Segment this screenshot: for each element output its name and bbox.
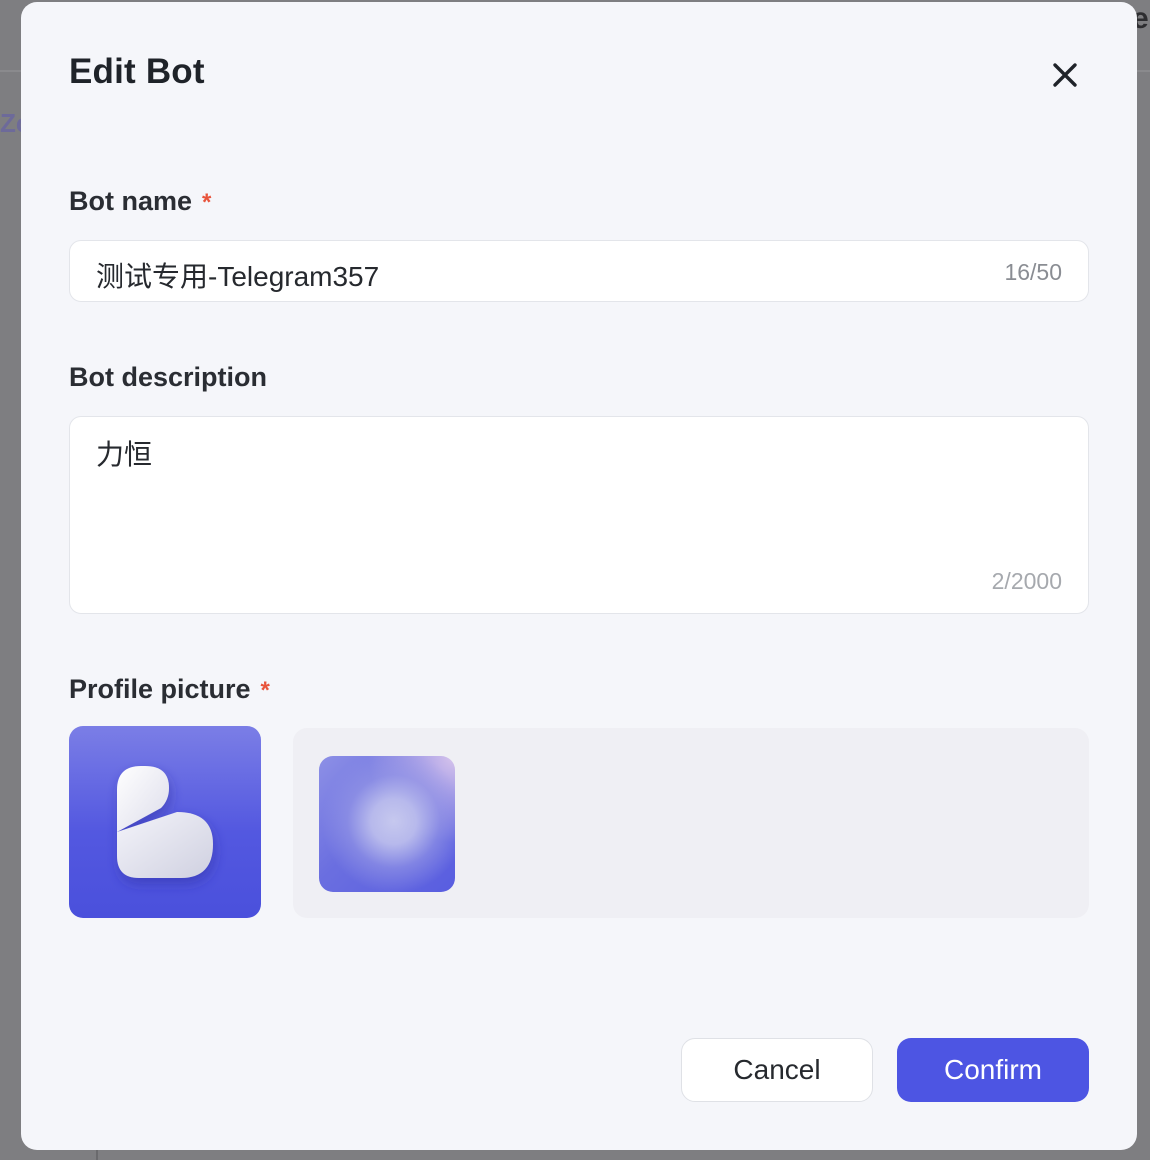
bot-description-label: Bot description [69, 362, 268, 392]
bot-description-textarea[interactable]: 力恒 2/2000 [69, 416, 1089, 614]
bot-name-char-counter: 16/50 [1004, 259, 1062, 285]
background-divider-vertical [96, 1150, 98, 1160]
edit-bot-dialog: Edit Bot Bot name * 测试专用-Telegram357 16/5… [21, 2, 1137, 1150]
profile-picture-label-text: Profile picture [69, 674, 251, 704]
avatar-option-gradient[interactable] [319, 756, 455, 892]
bot-name-label-text: Bot name [69, 186, 193, 216]
profile-picture-label: Profile picture * [69, 674, 270, 705]
cancel-button[interactable]: Cancel [681, 1038, 873, 1102]
close-icon [1053, 63, 1077, 87]
selected-profile-picture[interactable] [69, 726, 261, 918]
dialog-title: Edit Bot [69, 52, 205, 91]
required-marker: * [202, 189, 212, 216]
confirm-button[interactable]: Confirm [897, 1038, 1089, 1102]
bot-description-char-counter: 2/2000 [991, 568, 1062, 594]
bot-name-input[interactable]: 测试专用-Telegram357 16/50 [69, 240, 1089, 302]
bot-description-value[interactable]: 力恒 [96, 433, 152, 473]
bot-name-label: Bot name * [69, 186, 211, 217]
avatar-options-panel [293, 728, 1089, 918]
close-button[interactable] [1045, 55, 1085, 95]
required-marker: * [260, 677, 270, 704]
bot-logo-b-icon [117, 766, 213, 878]
bot-name-value[interactable]: 测试专用-Telegram357 [96, 255, 379, 295]
